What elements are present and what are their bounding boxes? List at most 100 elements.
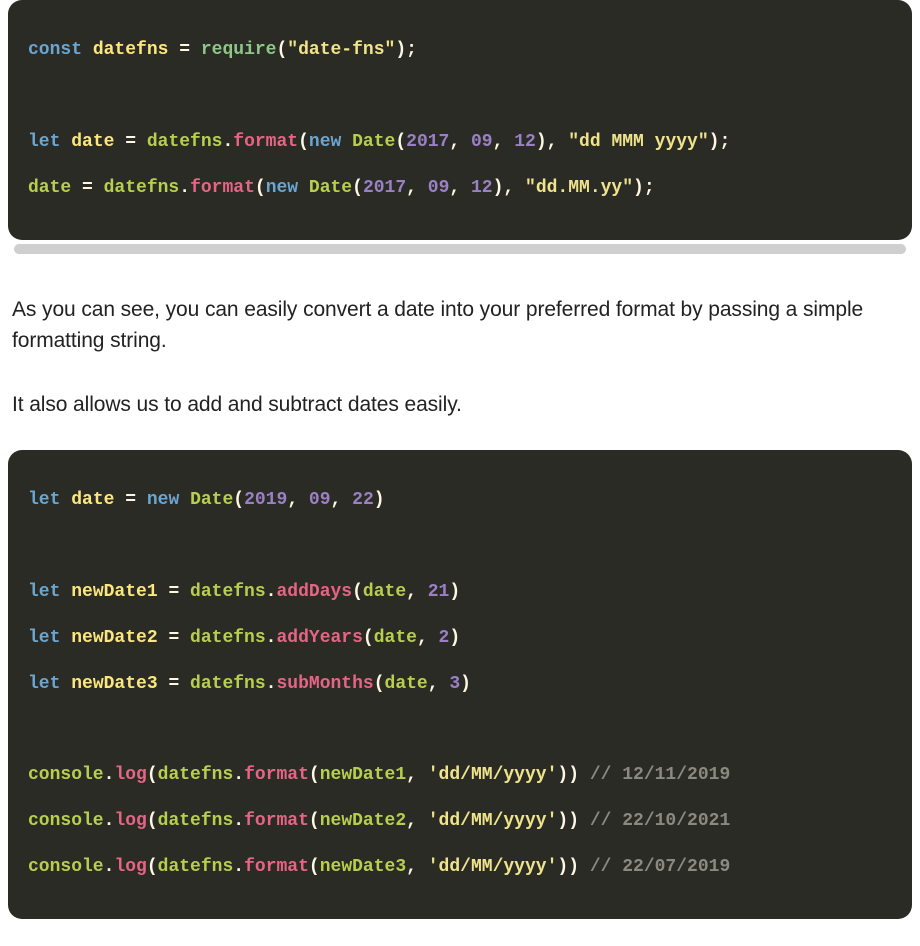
fn-log: log (114, 857, 146, 877)
comment: // 22/10/2021 (579, 811, 730, 831)
fn-format: format (244, 857, 309, 877)
comma: , (503, 178, 514, 198)
fn-addyears: addYears (276, 628, 362, 648)
keyword-let: let (28, 628, 60, 648)
obj-datefns: datefns (190, 628, 266, 648)
operator-eq: = (158, 674, 190, 694)
paren-open: ( (233, 490, 244, 510)
code-line: let date = new Date(2019, 09, 22) (28, 490, 385, 510)
body-paragraph-2: It also allows us to add and subtract da… (0, 361, 920, 451)
paren-open: ( (352, 582, 363, 602)
paren-open: ( (309, 811, 320, 831)
paren-open: ( (374, 674, 385, 694)
paren-open: ( (309, 857, 320, 877)
cls-date: Date (309, 178, 352, 198)
comma: , (547, 132, 558, 152)
var-newdate3: newDate3 (71, 674, 157, 694)
num-day: 22 (341, 490, 373, 510)
code-line: let date = datefns.format(new Date(2017,… (28, 132, 730, 152)
paren-close: ) (536, 132, 547, 152)
paren-close: ) (557, 857, 568, 877)
dot: . (266, 582, 277, 602)
keyword-let: let (28, 132, 60, 152)
dot: . (179, 178, 190, 198)
comma: , (493, 132, 504, 152)
comma: , (449, 132, 460, 152)
var-newdate2: newDate2 (71, 628, 157, 648)
code-line: let newDate3 = datefns.subMonths(date, 3… (28, 674, 471, 694)
dot: . (104, 857, 115, 877)
fn-format: format (244, 811, 309, 831)
keyword-new: new (266, 178, 298, 198)
num-2: 2 (428, 628, 450, 648)
paren-open: ( (298, 132, 309, 152)
paren-close: ) (449, 628, 460, 648)
var-datefns: datefns (93, 40, 169, 60)
string-format: 'dd/MM/yyyy' (417, 857, 557, 877)
comma: , (406, 765, 417, 785)
fn-log: log (114, 811, 146, 831)
code-line: console.log(datefns.format(newDate1, 'dd… (28, 765, 730, 785)
num-year: 2019 (244, 490, 287, 510)
paren-close: ) (568, 765, 579, 785)
string-format: 'dd/MM/yyyy' (417, 811, 557, 831)
scrollbar[interactable] (14, 244, 906, 254)
paren-close: ) (557, 811, 568, 831)
code-line: console.log(datefns.format(newDate3, 'dd… (28, 857, 730, 877)
code-block-2-wrap: let date = new Date(2019, 09, 22) let ne… (8, 450, 912, 919)
comma: , (449, 178, 460, 198)
obj-datefns: datefns (190, 582, 266, 602)
obj-console: console (28, 857, 104, 877)
comma: , (331, 490, 342, 510)
code-block-2[interactable]: let date = new Date(2019, 09, 22) let ne… (8, 450, 912, 919)
code-line: date = datefns.format(new Date(2017, 09,… (28, 178, 655, 198)
code-block-1[interactable]: const datefns = require("date-fns"); let… (8, 0, 912, 240)
num-month: 09 (417, 178, 449, 198)
obj-datefns: datefns (158, 857, 234, 877)
dot: . (233, 765, 244, 785)
num-3: 3 (439, 674, 461, 694)
code-block-1-wrap: const datefns = require("date-fns"); let… (8, 0, 912, 254)
arg-newdate2: newDate2 (320, 811, 406, 831)
num-month: 09 (460, 132, 492, 152)
string-literal: "date-fns" (287, 40, 395, 60)
arg-date: date (363, 582, 406, 602)
fn-format: format (233, 132, 298, 152)
semicolon: ; (719, 132, 730, 152)
paren-close: ) (460, 674, 471, 694)
paren-close: ) (557, 765, 568, 785)
code-line: console.log(datefns.format(newDate2, 'dd… (28, 811, 730, 831)
semicolon: ; (406, 40, 417, 60)
paren-open: ( (147, 765, 158, 785)
fn-format: format (190, 178, 255, 198)
comma: , (406, 811, 417, 831)
keyword-let: let (28, 490, 60, 510)
fn-adddays: addDays (276, 582, 352, 602)
code-line: let newDate2 = datefns.addYears(date, 2) (28, 628, 460, 648)
paren-close: ) (633, 178, 644, 198)
comma: , (406, 857, 417, 877)
comma: , (417, 628, 428, 648)
fn-log: log (114, 765, 146, 785)
fn-submonths: subMonths (276, 674, 373, 694)
semicolon: ; (644, 178, 655, 198)
num-day: 12 (460, 178, 492, 198)
comma: , (428, 674, 439, 694)
dot: . (233, 857, 244, 877)
num-day: 12 (503, 132, 535, 152)
var-date: date (28, 178, 71, 198)
comma: , (406, 582, 417, 602)
paren-open: ( (352, 178, 363, 198)
comma: , (406, 178, 417, 198)
paren-close: ) (493, 178, 504, 198)
string-format: "dd MMM yyyy" (557, 132, 708, 152)
paren-close: ) (568, 811, 579, 831)
arg-newdate3: newDate3 (320, 857, 406, 877)
comma: , (287, 490, 298, 510)
paren-open: ( (276, 40, 287, 60)
arg-date: date (385, 674, 428, 694)
operator-eq: = (114, 490, 146, 510)
paren-open: ( (147, 811, 158, 831)
keyword-let: let (28, 674, 60, 694)
paren-open: ( (255, 178, 266, 198)
